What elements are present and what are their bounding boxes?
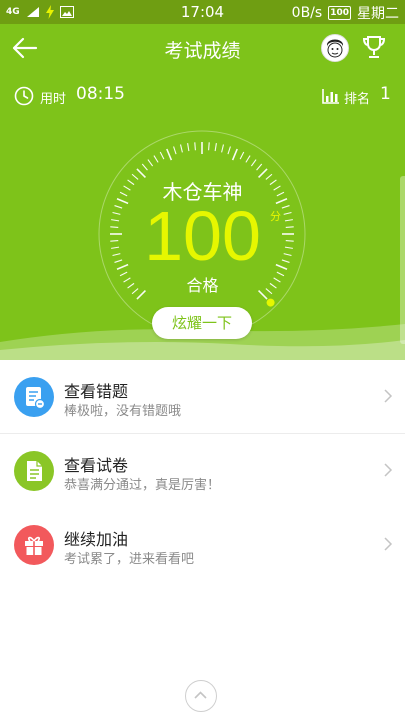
menu-title: 查看错题 bbox=[64, 382, 129, 401]
chevron-up-icon bbox=[194, 691, 207, 699]
rank-value: 1 bbox=[380, 84, 391, 104]
menu-item-wrong-questions[interactable]: 查看错题 棒极啦，没有错题哦 bbox=[0, 360, 405, 434]
menu-subtitle: 考试累了，进来看看吧 bbox=[64, 552, 195, 567]
dial-tick bbox=[179, 144, 183, 153]
info-row: 用时 08:15 排名 1 bbox=[0, 82, 405, 108]
share-button[interactable]: 炫耀一下 bbox=[152, 307, 252, 339]
chevron-right-icon bbox=[384, 389, 393, 403]
chevron-right-icon bbox=[384, 463, 393, 477]
menu-item-exam-paper[interactable]: 查看试卷 恭喜满分通过，真是厉害！ bbox=[0, 434, 405, 508]
wrong-questions-icon bbox=[14, 377, 54, 417]
dial-tick bbox=[256, 163, 263, 171]
dial-tick bbox=[153, 155, 159, 163]
scroll-up-button[interactable] bbox=[185, 680, 217, 712]
status-icons-right: 0B/s 100 星期二 bbox=[292, 3, 399, 23]
dial-tick bbox=[227, 146, 231, 155]
dial-tick bbox=[173, 146, 177, 155]
dial-tick bbox=[147, 159, 154, 167]
time-value: 08:15 bbox=[76, 84, 125, 104]
clock-icon bbox=[14, 86, 34, 106]
title-bar: 考试成绩 bbox=[0, 24, 405, 72]
avatar[interactable] bbox=[321, 34, 349, 62]
time-label: 用时 bbox=[40, 92, 67, 107]
rank-label: 排名 bbox=[344, 92, 371, 107]
dial-tick bbox=[187, 143, 190, 152]
menu-title: 继续加油 bbox=[64, 530, 129, 549]
score-header: 考试成绩 用时 08:15 排名 1 木仓车神 100 分 合格 炫耀一下 bbox=[0, 24, 405, 360]
dial-tick bbox=[239, 151, 245, 160]
exam-paper-icon bbox=[14, 451, 54, 491]
dial-tick bbox=[221, 144, 225, 153]
dial-tick bbox=[166, 148, 173, 161]
status-bar: 4G 17:04 0B/s 100 星期二 bbox=[0, 0, 405, 24]
dial-tick bbox=[208, 142, 210, 151]
dial-end-marker bbox=[266, 298, 275, 307]
dial-tick bbox=[231, 148, 238, 161]
menu-title: 查看试卷 bbox=[64, 456, 129, 475]
score-unit: 分 bbox=[270, 210, 281, 223]
dial-tick bbox=[250, 159, 257, 167]
network-speed: 0B/s bbox=[291, 5, 323, 21]
rank-chart-icon bbox=[322, 89, 339, 104]
menu-item-keep-going[interactable]: 继续加油 考试累了，进来看看吧 bbox=[0, 508, 405, 582]
menu-subtitle: 恭喜满分通过，真是厉害！ bbox=[64, 478, 221, 493]
dial-tick bbox=[214, 143, 217, 152]
chevron-right-icon bbox=[384, 537, 393, 551]
menu-subtitle: 棒极啦，没有错题哦 bbox=[64, 404, 182, 419]
battery-indicator: 100 bbox=[328, 6, 351, 20]
action-list: 查看错题 棒极啦，没有错题哦 查看试卷 恭喜满分通过，真是厉害！ 继续加油 考试… bbox=[0, 360, 405, 582]
side-pull-tab[interactable] bbox=[400, 176, 405, 344]
trophy-icon[interactable] bbox=[360, 33, 388, 61]
dial-tick bbox=[194, 142, 196, 151]
score-value: 100 bbox=[144, 197, 261, 275]
avatar-face-icon bbox=[327, 39, 343, 58]
pass-result: 合格 bbox=[186, 276, 219, 295]
gift-icon bbox=[14, 525, 54, 565]
dial-tick bbox=[245, 155, 251, 163]
dial-tick bbox=[159, 151, 165, 160]
dial-tick bbox=[141, 163, 148, 171]
weekday: 星期二 bbox=[357, 6, 399, 22]
